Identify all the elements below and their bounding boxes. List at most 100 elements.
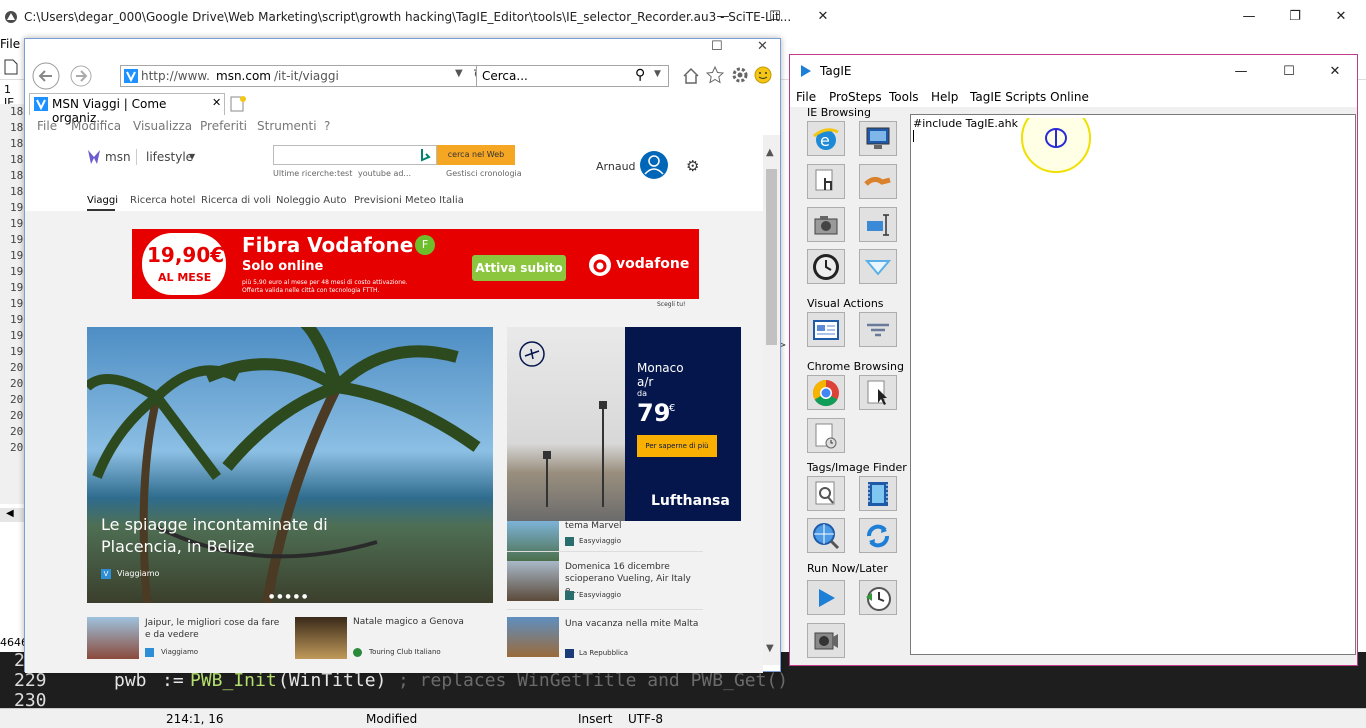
list-item[interactable]: Una vacanza nella mite Malta La Repubbli… [507,617,703,661]
lufthansa-ad[interactable]: Monaco a/r da 79 € Per saperne di più Lu… [507,327,741,521]
new-tab-icon[interactable] [229,95,247,113]
visual-filter-button[interactable] [859,312,897,347]
lifestyle-link[interactable]: lifestyle [146,150,193,164]
hero-title-line2[interactable]: Placencia, in Belize [101,537,255,556]
scroll-thumb[interactable] [766,169,777,345]
scite-maximize-button[interactable]: ☐ [752,0,798,32]
msn-search-button[interactable]: cerca nel Web [437,145,515,165]
nav-meteo[interactable]: Previsioni Meteo Italia [354,195,464,206]
run-now-button[interactable] [807,580,845,615]
tag-finder-button[interactable] [807,476,845,511]
hero-card[interactable]: Le spiagge incontaminate di Placencia, i… [87,327,493,603]
tagie-close-button[interactable]: ✕ [1312,55,1358,87]
line-number: 20 [10,361,24,374]
ie-maximize-button[interactable]: ☐ [711,39,731,63]
news-title[interactable]: tema Marvel [565,521,622,531]
msn-search-input[interactable] [273,145,437,165]
recent-search-link[interactable]: test [337,169,352,178]
nav-ricerca-voli[interactable]: Ricerca di voli [201,195,271,206]
list-item[interactable]: Natale magico a Genova Touring Club Ital… [295,615,491,663]
visual-image-button[interactable] [807,312,845,347]
search-icon[interactable]: ⚲ [635,67,645,83]
desktop-close-button[interactable]: ✕ [1318,0,1364,32]
ad-fine-print-2: Offerta valida nelle città con tecnologi… [242,287,380,294]
msn-logo[interactable]: msn [105,150,131,164]
list-item[interactable]: Domenica 16 dicembre scioperano Vueling,… [507,559,703,609]
avatar-icon[interactable] [639,150,669,180]
news-title[interactable]: Jaipur, le migliori cose da fare e da ve… [145,617,285,641]
tab-msn-viaggi[interactable]: MSN Viaggi | Come organiz... ✕ [29,93,225,125]
list-item[interactable]: Jaipur, le migliori cose da fare e da ve… [87,615,283,663]
new-file-icon[interactable] [4,59,18,75]
adchoices-link[interactable]: Scegli tu! [657,301,685,308]
ie-close-button[interactable]: ✕ [757,39,777,63]
ie-menu-file[interactable]: File [37,119,57,133]
scroll-up-icon[interactable]: ▲ [766,147,774,158]
search-box[interactable]: Cerca... ⚲ ▼ [476,65,669,87]
line-number: 19 [10,249,24,262]
scroll-down-icon[interactable]: ▼ [766,643,774,654]
ie-browser-button[interactable]: e [807,121,845,156]
favorites-star-icon[interactable] [706,66,724,84]
ie-vertical-scrollbar[interactable]: ▲ ▼ [763,135,780,665]
address-dropdown-icon[interactable]: ▼ [455,68,463,79]
scite-menu-file[interactable]: File [0,37,20,51]
carousel-dots[interactable]: ●●●●● [269,593,310,600]
scite-minimize-button[interactable]: — [700,0,746,32]
msn-settings-gear-icon[interactable]: ⚙ [686,157,699,175]
desktop-restore-button[interactable]: ❐ [1272,0,1318,32]
schedule-button[interactable] [859,580,897,615]
screenshot-button[interactable] [807,207,845,242]
scite-close-button[interactable]: ✕ [800,0,846,32]
tab-close-icon[interactable]: ✕ [212,96,221,109]
nav-ricerca-hotel[interactable]: Ricerca hotel [130,195,195,206]
ie-menu-preferiti[interactable]: Preferiti [200,119,247,133]
record-button[interactable] [807,623,845,658]
user-name[interactable]: Arnaud [596,160,636,173]
text-input-button[interactable] [859,207,897,242]
tagie-maximize-button[interactable]: ☐ [1266,55,1312,87]
hero-title-line1[interactable]: Le spiagge incontaminate di [101,515,328,534]
news-title[interactable]: Natale magico a Genova [353,617,464,627]
vodafone-ad-banner[interactable]: 19,90€ AL MESE Fibra Vodafone F Solo onl… [132,229,699,299]
nav-viaggi[interactable]: Viaggi [87,195,118,206]
address-bar[interactable]: http://www. msn.com /it-it/viaggi ▼ ↻ [120,65,493,87]
chrome-wait-button[interactable] [807,418,845,453]
ad-cta-button[interactable]: Attiva subito [472,255,566,281]
ie-menu-strumenti[interactable]: Strumenti [257,119,317,133]
refresh-button[interactable] [859,518,897,553]
wait-button[interactable] [807,249,845,284]
ie-menu-help[interactable]: ? [324,119,330,133]
chrome-click-button[interactable] [859,375,897,410]
script-editor[interactable]: #include TagIE.ahk [910,114,1356,655]
settings-gear-icon[interactable] [731,66,749,84]
manage-history-link[interactable]: Gestisci cronologia [446,169,522,178]
handshake-button[interactable] [859,164,897,199]
tagie-menu-file[interactable]: File [796,90,816,104]
news-title[interactable]: Una vacanza nella mite Malta [565,619,698,629]
recent-search-link[interactable]: youtube ad... [358,169,411,178]
search-globe-button[interactable] [807,518,845,553]
smiley-feedback-icon[interactable] [754,66,772,84]
tagie-menu-tools[interactable]: Tools [889,90,919,104]
forward-icon[interactable] [69,64,93,88]
image-finder-button[interactable] [859,476,897,511]
ie-menu-modifica[interactable]: Modifica [71,119,121,133]
capture-screen-button[interactable] [859,121,897,156]
tagie-minimize-button[interactable]: — [1218,55,1264,87]
tagie-menu-scripts-online[interactable]: TagIE Scripts Online [970,90,1089,104]
tagie-menu-prosteps[interactable]: ProSteps [829,90,882,104]
click-element-button[interactable] [807,164,845,199]
desktop-minimize-button[interactable]: — [1226,0,1272,32]
back-icon[interactable] [31,61,61,91]
lh-cta-button[interactable]: Per saperne di più [637,435,717,457]
home-icon[interactable] [682,67,700,85]
nav-noleggio-auto[interactable]: Noleggio Auto [276,195,347,206]
scite-tab[interactable]: 1 IE_ [0,80,24,109]
search-dropdown-icon[interactable]: ▼ [654,69,661,79]
tagie-menu-help[interactable]: Help [931,90,958,104]
scite-hscroll-left[interactable]: ◀ [0,508,24,522]
chrome-browser-button[interactable] [807,375,845,410]
ie-menu-visualizza[interactable]: Visualizza [133,119,192,133]
dropdown-select-button[interactable] [859,249,897,284]
